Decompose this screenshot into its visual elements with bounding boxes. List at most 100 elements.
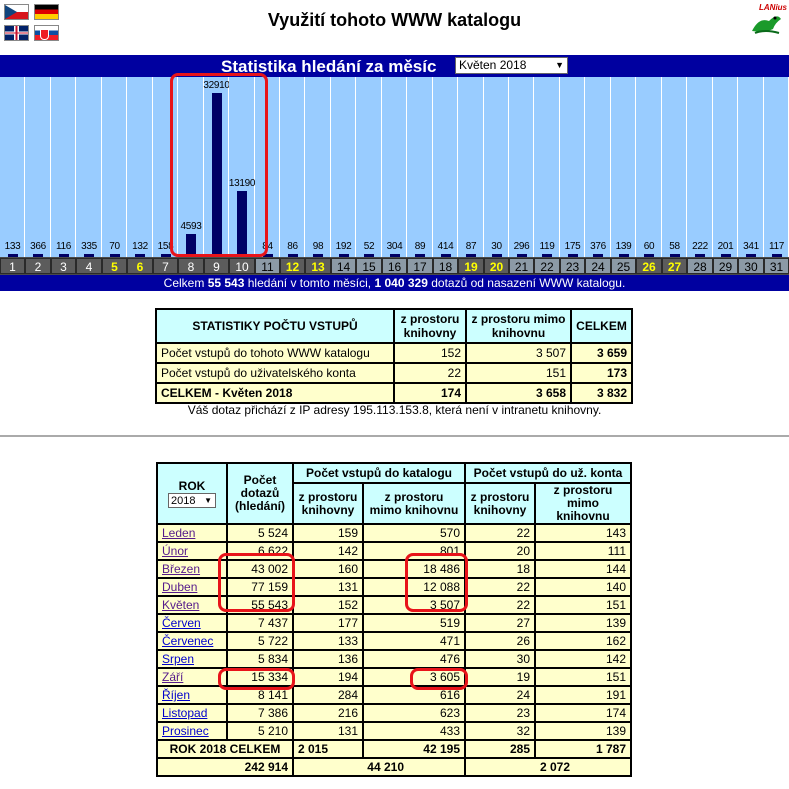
month-link[interactable]: Červenec	[162, 634, 213, 648]
chart-column	[509, 77, 534, 257]
day-tick-label: 31	[764, 258, 789, 274]
month-link[interactable]: Říjen	[162, 688, 190, 702]
month-link[interactable]: Srpen	[162, 652, 194, 666]
summary-middle: hledání v tomto měsíci,	[247, 276, 372, 290]
chart-bar	[237, 191, 247, 257]
day-tick-label: 17	[407, 258, 433, 274]
row-label: Počet vstupů do tohoto WWW katalogu	[155, 342, 395, 364]
month-link[interactable]: Prosinec	[162, 724, 209, 738]
day-tick-label: 19	[458, 258, 484, 274]
month-cell: Listopad	[156, 703, 228, 723]
col-inside: z prostoru knihovny	[393, 308, 467, 344]
cell-cat-out: 18 486	[362, 559, 466, 579]
chart-column	[407, 77, 433, 257]
col-outside: z prostoru mimo knihovnu	[465, 308, 572, 344]
summary-suffix: dotazů od nasazení WWW katalogu.	[431, 276, 626, 290]
year-select[interactable]: 2018 ▼	[168, 492, 216, 508]
total-acc-in: 285	[464, 739, 536, 759]
day-tick-label: 30	[738, 258, 764, 274]
cell-total: 3 832	[570, 382, 633, 404]
sub-inside: z prostoru knihovny	[292, 482, 364, 525]
cell-acc-in: 32	[464, 721, 536, 741]
table-row: Září 15 334 194 3 605 19 151	[156, 667, 632, 687]
table-row: Říjen 8 141 284 616 24 191	[156, 685, 632, 705]
day-tick-label: 2	[25, 258, 51, 274]
cell-cat-out: 623	[362, 703, 466, 723]
month-link[interactable]: Květen	[162, 598, 199, 612]
chart-column	[102, 77, 127, 257]
month-cell: Leden	[156, 523, 228, 543]
table-row: Květen 55 543 152 3 507 22 151	[156, 595, 632, 615]
group-catalog: Počet vstupů do katalogu	[292, 462, 466, 484]
day-tick-label: 6	[127, 258, 153, 274]
table-row: Srpen 5 834 136 476 30 142	[156, 649, 632, 669]
year-total-row: ROK 2018 CELKEM 2 015 42 195 285 1 787	[156, 739, 632, 759]
day-tick-label: 26	[636, 258, 662, 274]
cell-cat-out: 570	[362, 523, 466, 543]
chart-column	[305, 77, 331, 257]
cell-inside: 22	[393, 362, 467, 384]
bar-value-label: 13190	[228, 178, 256, 189]
cell-cat-out: 12 088	[362, 577, 466, 597]
month-select[interactable]: Květen 2018 ▼	[455, 57, 568, 74]
cell-cat-out: 616	[362, 685, 466, 705]
chart-column	[458, 77, 484, 257]
year-table: ROK 2018 ▼ Počet dotazů (hledání) Počet …	[156, 462, 632, 777]
chart-column	[356, 77, 382, 257]
summary-all-total: 1 040 329	[374, 276, 428, 290]
month-link[interactable]: Březen	[162, 562, 200, 576]
cell-acc-out: 191	[534, 685, 632, 705]
col-queries: Počet dotazů (hledání)	[226, 462, 294, 525]
summary-month-total: 55 543	[207, 276, 245, 290]
chart-column	[0, 77, 25, 257]
chart-column	[560, 77, 585, 257]
chart-column	[662, 77, 687, 257]
chart-column	[382, 77, 407, 257]
cell-cat-in: 216	[292, 703, 364, 723]
cell-cat-in: 284	[292, 685, 364, 705]
month-link[interactable]: Červen	[162, 616, 201, 630]
month-link[interactable]: Únor	[162, 544, 188, 558]
cell-outside: 151	[465, 362, 572, 384]
grand-account: 2 072	[464, 757, 632, 777]
table-row: Prosinec 5 210 131 433 32 139	[156, 721, 632, 741]
day-tick-label: 8	[178, 258, 204, 274]
cell-acc-out: 151	[534, 595, 632, 615]
visits-table: STATISTIKY POČTU VSTUPŮ z prostoru kniho…	[155, 308, 633, 404]
cell-inside: 174	[393, 382, 467, 404]
cell-cat-out: 3 605	[362, 667, 466, 687]
cell-acc-out: 142	[534, 649, 632, 669]
month-link[interactable]: Září	[162, 670, 183, 684]
month-cell: Duben	[156, 577, 228, 597]
row-label: Počet vstupů do uživatelského konta	[155, 362, 395, 384]
total-cat-out: 42 195	[362, 739, 466, 759]
cell-queries: 43 002	[226, 559, 294, 579]
col-year: ROK 2018 ▼	[156, 462, 228, 525]
month-link[interactable]: Listopad	[162, 706, 207, 720]
summary-prefix: Celkem	[163, 276, 205, 290]
cell-cat-in: 136	[292, 649, 364, 669]
chart-column	[738, 77, 764, 257]
day-tick-label: 10	[229, 258, 255, 274]
dropdown-arrow-icon: ▼	[204, 495, 212, 505]
cell-acc-in: 22	[464, 523, 536, 543]
table-row: Červen 7 437 177 519 27 139	[156, 613, 632, 633]
cell-cat-in: 177	[292, 613, 364, 633]
col-year-label: ROK	[178, 478, 206, 493]
cell-queries: 5 722	[226, 631, 294, 651]
day-tick-label: 28	[687, 258, 713, 274]
lanius-logo[interactable]: LANius	[749, 3, 787, 37]
month-link[interactable]: Leden	[162, 526, 195, 540]
cell-queries: 15 334	[226, 667, 294, 687]
cell-queries: 6 622	[226, 541, 294, 561]
month-cell: Červenec	[156, 631, 228, 651]
cell-acc-in: 18	[464, 559, 536, 579]
cell-acc-out: 140	[534, 577, 632, 597]
total-acc-out: 1 787	[534, 739, 632, 759]
grand-catalog: 44 210	[292, 757, 466, 777]
logo-text: LANius	[759, 3, 787, 12]
table-row: Březen 43 002 160 18 486 18 144	[156, 559, 632, 579]
total-cat-in: 2 015	[292, 739, 364, 759]
month-link[interactable]: Duben	[162, 580, 197, 594]
day-tick-label: 3	[51, 258, 76, 274]
